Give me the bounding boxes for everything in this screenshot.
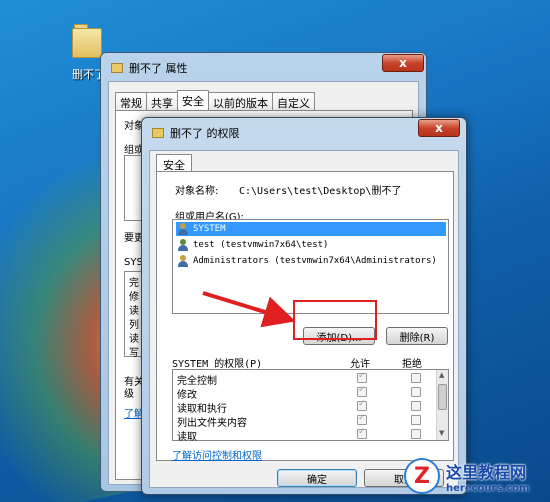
watermark-text: 这里教程网 herecours.com <box>446 459 529 494</box>
arrow-line <box>202 291 296 328</box>
watermark-logo-icon: Z <box>404 458 440 494</box>
watermark-url: herecours.com <box>446 482 530 494</box>
annotation-arrow <box>202 291 296 328</box>
watermark: Z 这里教程网 herecours.com <box>404 458 529 494</box>
add-button-highlight <box>293 300 377 340</box>
watermark-title: 这里教程网 <box>446 462 527 482</box>
